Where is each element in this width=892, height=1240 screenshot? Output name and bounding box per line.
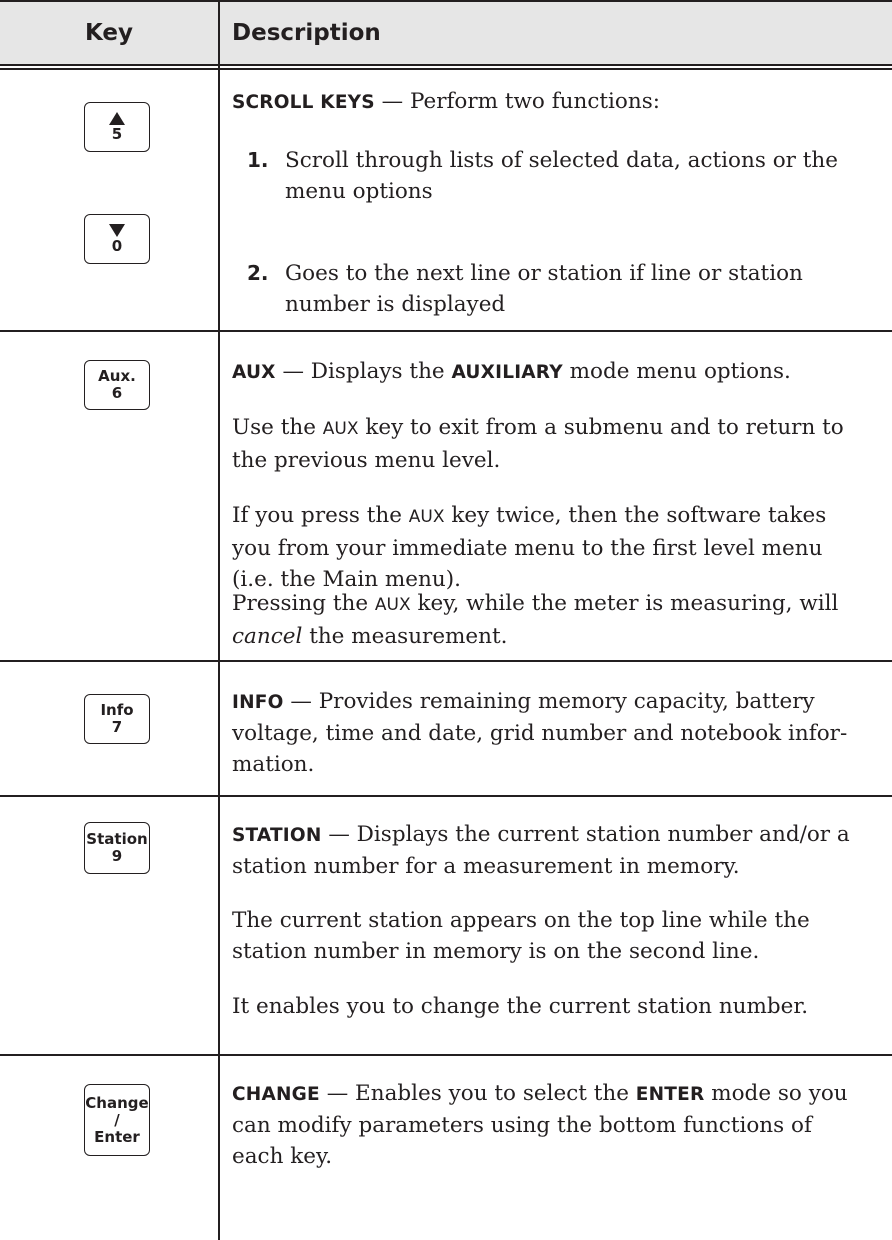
header-divider: [0, 64, 892, 66]
scroll-up-key: 5: [84, 102, 150, 152]
row-description: STATION — Displays the current station n…: [232, 822, 850, 879]
row-divider: [0, 660, 892, 662]
row-divider: [0, 1054, 892, 1056]
scroll-down-key: 0: [84, 214, 150, 264]
arrow-up-icon: [109, 111, 125, 125]
key-label-bottom: 6: [111, 384, 123, 402]
key-label-top: Aux.: [98, 367, 136, 385]
station-key: Station 9: [84, 822, 150, 874]
list-item: Scroll through lists of selected data, a…: [285, 148, 838, 204]
change-enter-key: Change / Enter: [84, 1084, 150, 1156]
header-key: Key: [84, 20, 133, 46]
list-item: Goes to the next line or station if line…: [285, 261, 803, 317]
row-paragraph: The current station appears on the top l…: [232, 908, 810, 964]
column-divider: [218, 0, 220, 1240]
row-paragraph: Pressing the AUX key, while the meter is…: [232, 591, 839, 649]
table-border-top: [0, 0, 892, 2]
row-paragraph: If you press the AUX key twice, then the…: [232, 503, 827, 592]
key-term: SCROLL KEYS: [232, 92, 375, 113]
aux-key: Aux. 6: [84, 360, 150, 410]
key-label: 5: [111, 124, 123, 143]
row-description: CHANGE — Enables you to select the ENTER…: [232, 1081, 848, 1169]
list-number: 2.: [247, 261, 269, 285]
row-description: AUX — Displays the AUXILIARY mode menu o…: [232, 359, 791, 384]
header-divider: [0, 68, 892, 70]
row-divider: [0, 795, 892, 797]
key-label: 0: [111, 236, 123, 255]
row-paragraph: It enables you to change the current sta…: [232, 994, 809, 1019]
info-key: Info 7: [84, 694, 150, 744]
key-description-table: Key Description 5 0 SCROLL KEYS — Perfor…: [0, 0, 892, 1240]
row-description: INFO — Provides remaining memory capacit…: [232, 689, 848, 777]
row-paragraph: Use the AUX key to exit from a submenu a…: [232, 415, 844, 473]
list-number: 1.: [247, 148, 269, 172]
arrow-down-icon: [109, 223, 125, 237]
row-description: SCROLL KEYS — Perform two functions:: [232, 89, 660, 114]
header-description: Description: [232, 20, 381, 46]
row-divider: [0, 330, 892, 332]
